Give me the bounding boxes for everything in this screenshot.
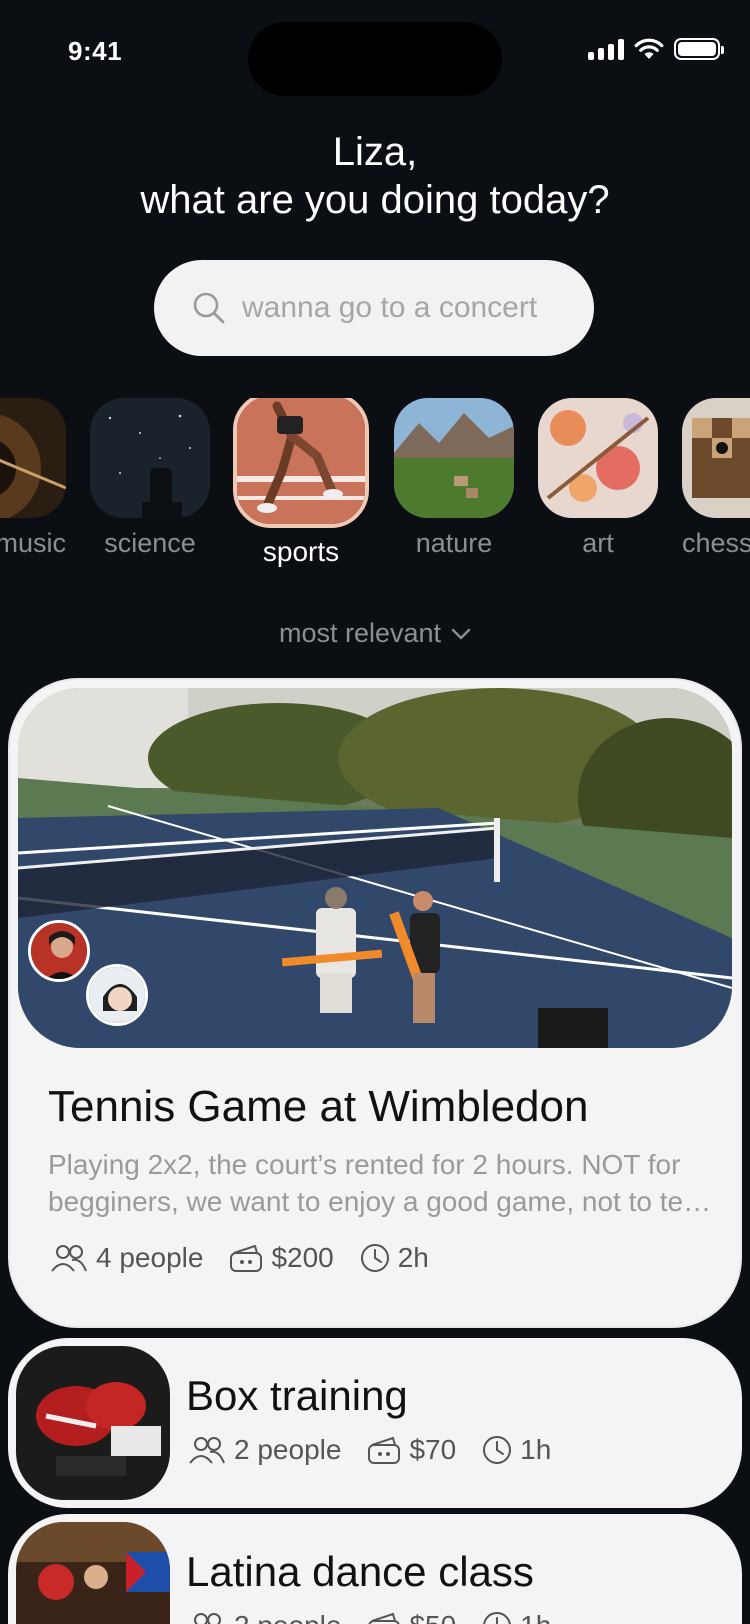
people-text: 2 people [234, 1610, 341, 1624]
sort-dropdown[interactable]: most relevant [0, 618, 750, 649]
people-text: 2 people [234, 1434, 342, 1465]
people-icon [51, 1245, 87, 1272]
price-text: $70 [409, 1434, 457, 1465]
event-description: Playing 2x2, the court’s rented for 2 ho… [48, 1146, 718, 1220]
people-count: 4 people [50, 1242, 203, 1274]
category-label: sports [262, 536, 340, 567]
category-label: music [0, 528, 66, 558]
dynamic-island [248, 22, 502, 96]
event-title: Box training [186, 1372, 408, 1419]
greeting-question: what are you doing today? [140, 178, 610, 222]
event-description-line: Playing 2x2, the court’s rented for 2 ho… [48, 1149, 681, 1180]
category-chess[interactable]: chess [682, 398, 750, 559]
category-science[interactable]: science [90, 398, 210, 559]
price: $50 [367, 1610, 456, 1624]
people-icon [189, 1437, 225, 1464]
clock-icon [483, 1612, 512, 1624]
chevron-down-icon [451, 628, 471, 639]
dance-class-image [16, 1522, 170, 1624]
event-title: Latina dance class [186, 1548, 534, 1595]
category-label: chess [682, 528, 750, 558]
price-text: $200 [271, 1242, 334, 1273]
people-count: 2 people [188, 1434, 341, 1466]
participant-avatar[interactable] [86, 964, 148, 1026]
category-label: nature [415, 528, 493, 558]
event-meta: 4 people $200 2h [50, 1242, 429, 1274]
wifi-icon [634, 38, 664, 59]
status-icons [588, 38, 724, 60]
category-label: art [582, 528, 614, 558]
people-count: 2 people [188, 1610, 341, 1624]
duration: 1h [482, 1610, 551, 1624]
price-text: $50 [409, 1610, 456, 1624]
battery-icon [674, 38, 724, 60]
wallet-icon [230, 1245, 263, 1272]
clock-icon [360, 1244, 389, 1272]
people-icon [194, 1613, 221, 1624]
people-text: 4 people [96, 1242, 204, 1273]
price: $70 [367, 1434, 456, 1466]
greeting: Liza, what are you doing today? [0, 128, 750, 224]
price: $200 [229, 1242, 334, 1274]
category-carousel[interactable]: music science sports nature art chess [0, 398, 750, 578]
cellular-signal-icon [588, 38, 624, 60]
category-nature[interactable]: nature [394, 398, 514, 559]
duration: 2h [360, 1242, 429, 1274]
event-meta: 2 people $50 1h [188, 1610, 551, 1624]
duration: 1h [482, 1434, 551, 1466]
sort-label: most relevant [278, 618, 442, 648]
duration-text: 1h [520, 1434, 552, 1465]
category-sports[interactable]: sports [233, 398, 369, 568]
tennis-court-image [18, 688, 732, 1048]
duration-text: 1h [520, 1610, 551, 1624]
featured-event-card[interactable]: Tennis Game at Wimbledon Playing 2x2, th… [8, 678, 742, 1328]
category-music[interactable]: music [0, 398, 66, 559]
event-description-line: begginers, we want to enjoy a good game,… [48, 1186, 718, 1217]
wallet-icon [368, 1613, 401, 1624]
category-label: science [104, 528, 196, 558]
art-thumbnail [538, 398, 658, 518]
science-thumbnail [90, 398, 210, 518]
event-title: Tennis Game at Wimbledon [48, 1082, 589, 1131]
event-card[interactable]: Latina dance class 2 people $50 [8, 1514, 742, 1624]
duration-text: 2h [397, 1242, 429, 1273]
music-thumbnail [0, 398, 66, 518]
chess-thumbnail [682, 398, 750, 518]
search-icon [193, 292, 225, 324]
participant-avatar[interactable] [28, 920, 90, 982]
event-card[interactable]: Box training 2 people $70 1h [8, 1338, 742, 1508]
greeting-name: Liza, [332, 130, 418, 174]
nature-thumbnail [394, 398, 514, 518]
search-input[interactable]: wanna go to a concert [154, 260, 594, 356]
clock-icon [483, 1436, 512, 1464]
status-time: 9:41 [68, 36, 123, 66]
category-art[interactable]: art [538, 398, 658, 559]
sports-thumbnail [233, 398, 369, 528]
boxing-gloves-image [16, 1346, 170, 1500]
event-meta: 2 people $70 1h [188, 1434, 551, 1466]
wallet-icon [368, 1437, 401, 1464]
search-placeholder: wanna go to a concert [242, 291, 538, 324]
